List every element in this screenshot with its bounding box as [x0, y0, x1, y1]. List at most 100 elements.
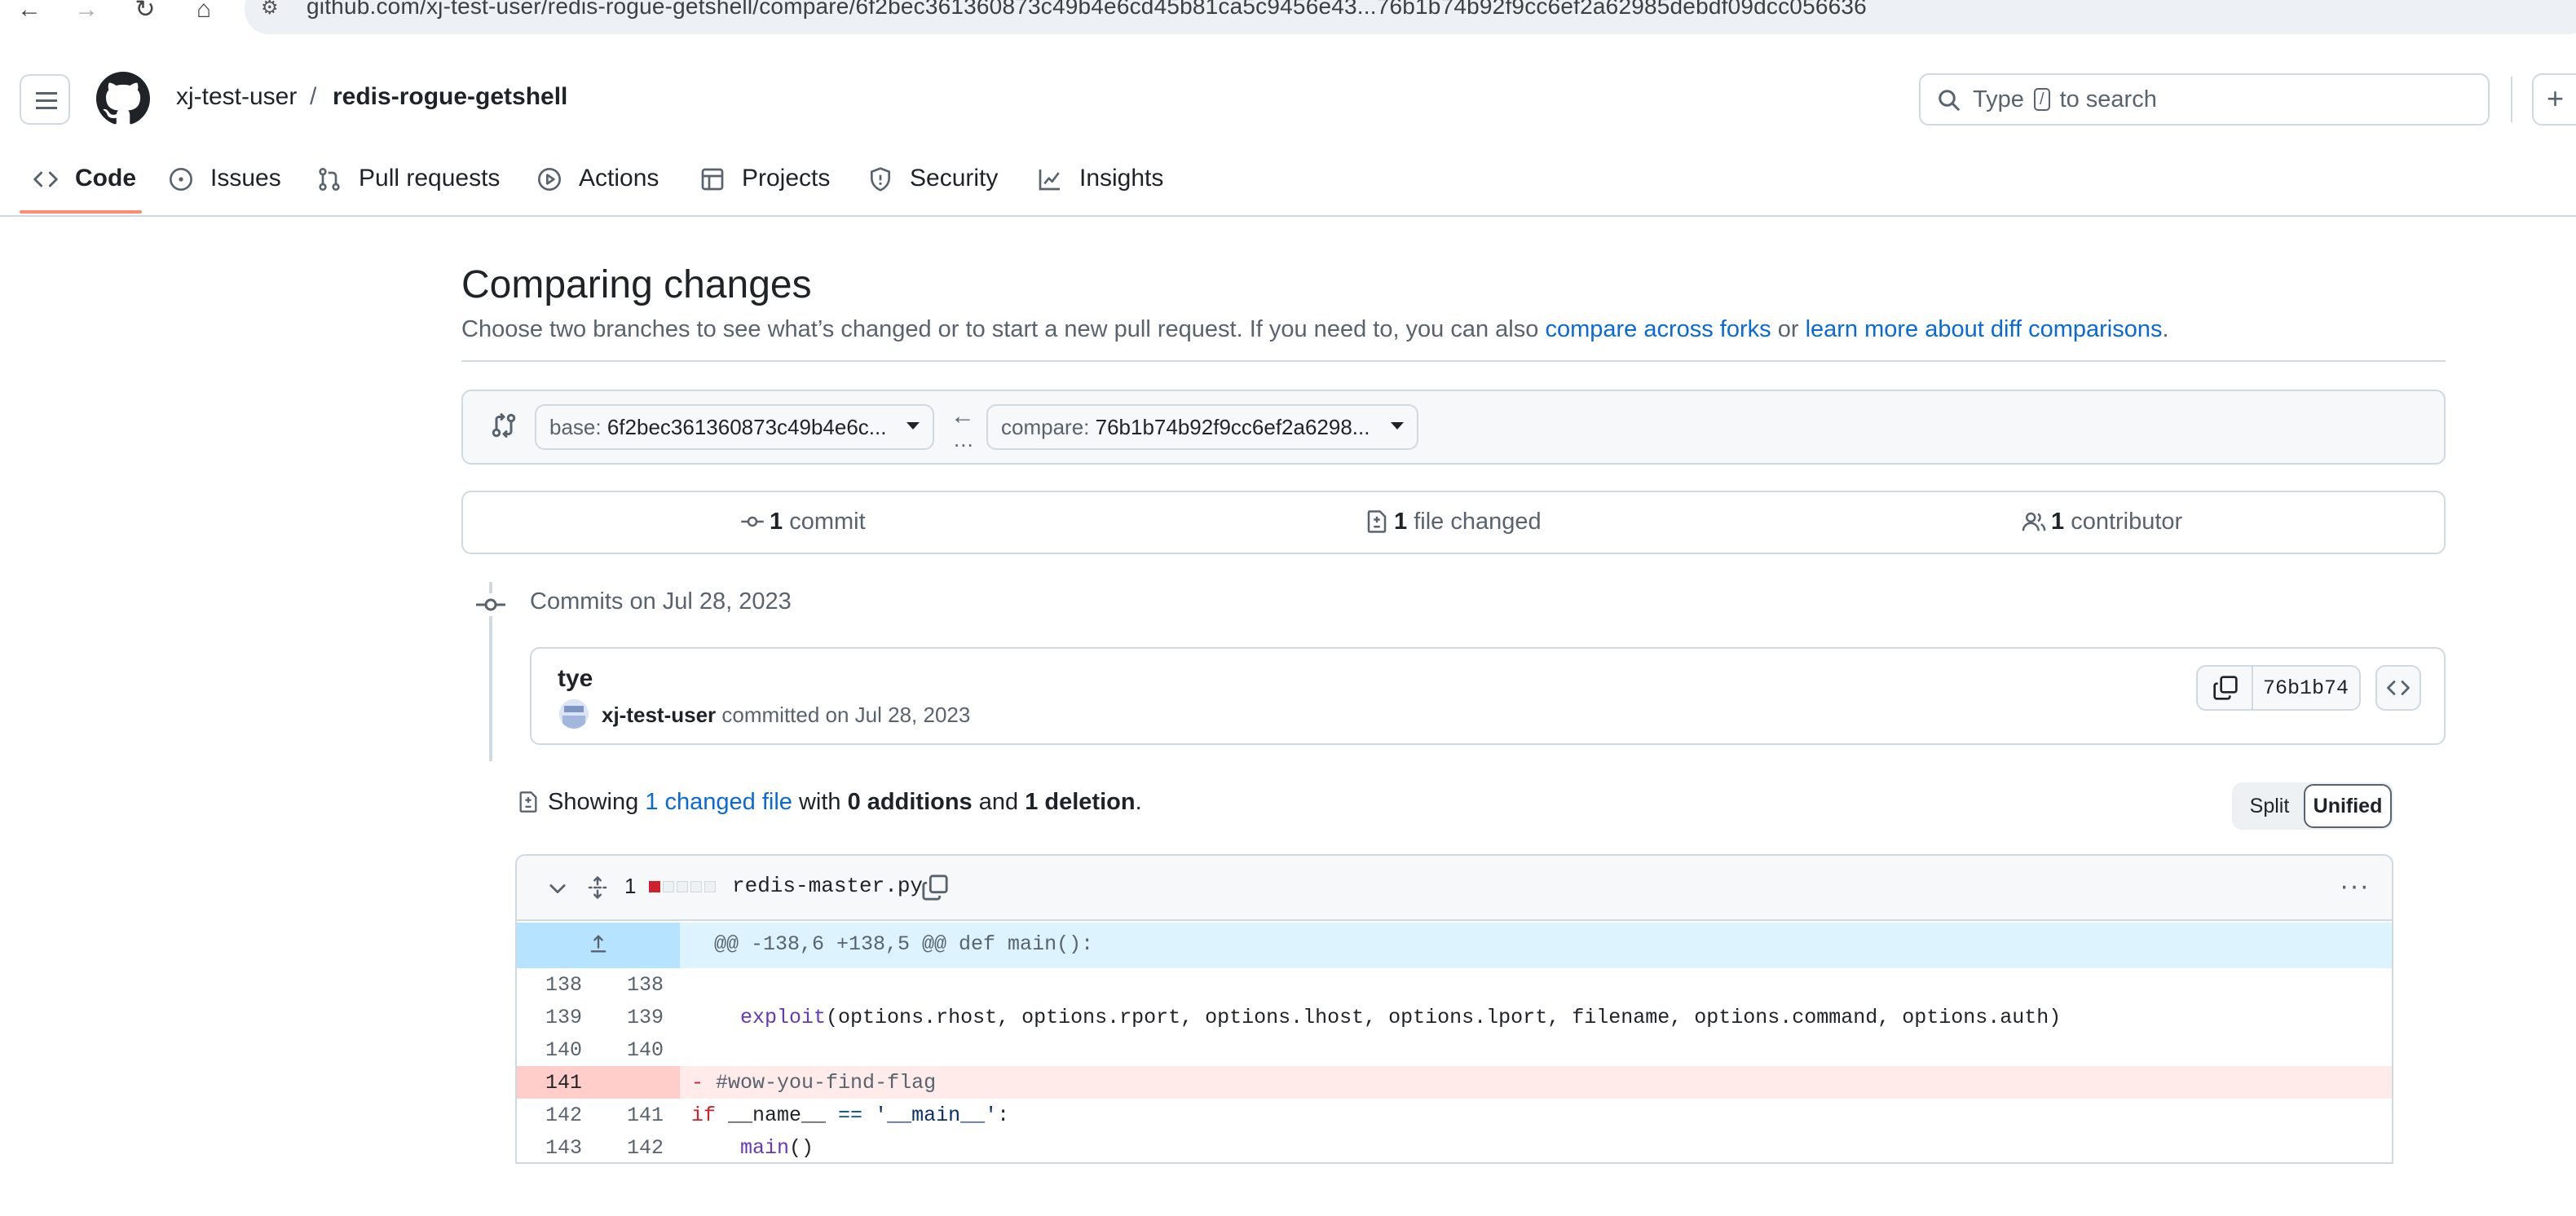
contributors-summary[interactable]: 1 contributor: [2022, 509, 2182, 535]
file-change-count: 1: [624, 874, 637, 898]
additions-count: 0 additions: [847, 789, 973, 815]
description-text: .: [2162, 316, 2169, 342]
avatar[interactable]: [559, 699, 589, 729]
commit-icon: [476, 593, 505, 616]
tab-label: Code: [75, 165, 136, 192]
arrow-left-icon: ←: [951, 403, 975, 430]
files-summary[interactable]: 1 file changed: [1365, 509, 1542, 535]
diff-line: 139 139 exploit(options.rhost, options.r…: [517, 1001, 2392, 1033]
git-compare-icon: [492, 413, 516, 438]
commit-author[interactable]: xj-test-user: [602, 703, 716, 727]
deletions-count: 1 deletion: [1025, 789, 1136, 815]
search-placeholder-prefix: Type: [1973, 86, 2024, 112]
site-settings-icon[interactable]: ⚙: [261, 0, 279, 18]
range-editor: base: 6f2bec361360873c49b4e6c... ← ... c…: [461, 390, 2446, 465]
split-view-button[interactable]: Split: [2239, 787, 2300, 825]
copy-icon[interactable]: [921, 874, 949, 901]
new-line-number[interactable]: 141: [598, 1104, 664, 1127]
diff-line: 143 142 main(): [517, 1131, 2392, 1162]
code-icon: [33, 171, 58, 187]
new-line-number[interactable]: 139: [598, 1006, 664, 1029]
new-line-number[interactable]: 142: [598, 1136, 664, 1160]
old-line-number[interactable]: 143: [517, 1136, 582, 1160]
hunk-header-row: @@ -138,6 +138,5 @@ def main():: [517, 923, 2392, 968]
base-label: base:: [549, 415, 602, 439]
page-title: Comparing changes: [461, 263, 812, 306]
file-name-link[interactable]: redis-master.py: [732, 874, 923, 898]
diff-comparisons-link[interactable]: learn more about diff comparisons: [1806, 316, 2163, 342]
file-header: 1 redis-master.py ···: [517, 856, 2392, 921]
home-icon[interactable]: ⌂: [187, 0, 220, 26]
forward-icon[interactable]: →: [70, 0, 103, 26]
diff-file: 1 redis-master.py ··· @@ -138,6 +138,5 @…: [515, 854, 2393, 1164]
commit-meta: xj-test-user committed on Jul 28, 2023: [602, 703, 970, 728]
breadcrumb-owner[interactable]: xj-test-user: [176, 83, 297, 111]
tab-label: Security: [910, 165, 999, 192]
old-line-number[interactable]: 142: [517, 1104, 582, 1127]
new-line-number[interactable]: 138: [598, 973, 664, 997]
old-line-number[interactable]: 139: [517, 1006, 582, 1029]
code-icon: [2387, 681, 2410, 695]
old-line-number[interactable]: 138: [517, 973, 582, 997]
commit-title[interactable]: tye: [558, 665, 593, 693]
browse-repo-button[interactable]: [2375, 665, 2421, 711]
graph-icon: [1039, 170, 1060, 191]
commit-sha-group: 76b1b74: [2196, 665, 2361, 711]
commit-item: tye xj-test-user committed on Jul 28, 20…: [530, 647, 2446, 745]
page-description: Choose two branches to see what’s change…: [461, 316, 2169, 343]
old-line-number[interactable]: 140: [517, 1038, 582, 1062]
search-icon: [1939, 90, 1960, 111]
commit-sha-link[interactable]: 76b1b74: [2263, 676, 2349, 700]
tab-label: Pull requests: [359, 165, 501, 192]
commit-date: committed on Jul 28, 2023: [721, 703, 971, 727]
tab-label: Issues: [210, 165, 281, 192]
copy-sha-button[interactable]: [2198, 667, 2253, 709]
diffstat-block-deleted: [649, 881, 660, 892]
diffstat-block-neutral: [677, 881, 688, 892]
tab-label: Insights: [1079, 165, 1164, 192]
files-count: 1: [1394, 509, 1408, 535]
create-new-button[interactable]: +: [2532, 73, 2576, 126]
github-logo-icon[interactable]: [96, 72, 150, 126]
code-line: exploit(options.rhost, options.rport, op…: [740, 1006, 2062, 1029]
unfold-icon[interactable]: [585, 875, 610, 900]
play-icon: [538, 168, 561, 191]
diff-view-toggle: Split Unified: [2232, 782, 2393, 830]
table-icon: [701, 168, 724, 191]
code-line: if __name__ == '__main__':: [691, 1104, 1010, 1127]
back-icon[interactable]: ←: [13, 0, 46, 26]
tab-label: Actions: [579, 165, 659, 192]
showing-prefix: Showing: [548, 789, 639, 815]
hamburger-menu-button[interactable]: [20, 74, 70, 125]
unified-view-button[interactable]: Unified: [2304, 784, 2392, 828]
range-dots: ...: [954, 427, 974, 452]
copy-icon: [2213, 676, 2238, 700]
commits-count: 1: [770, 509, 783, 535]
reload-icon[interactable]: ↻: [129, 0, 161, 26]
url-text[interactable]: github.com/xj-test-user/redis-rogue-gets…: [307, 0, 1867, 20]
fold-up-icon: [590, 935, 607, 953]
chevron-down-icon[interactable]: [546, 877, 569, 900]
caret-down-icon: [1391, 422, 1404, 430]
caret-down-icon: [906, 422, 920, 430]
showing-with: with: [798, 789, 841, 815]
diff-line: 138 138: [517, 968, 2392, 1001]
diffstat-block-neutral: [690, 881, 702, 892]
changed-files-link[interactable]: 1 changed file: [645, 789, 792, 815]
expand-up-button[interactable]: [517, 923, 680, 968]
breadcrumb-repo[interactable]: redis-rogue-getshell: [333, 83, 567, 111]
showing-period: .: [1135, 789, 1142, 815]
base-branch-select[interactable]: base: 6f2bec361360873c49b4e6c...: [535, 404, 934, 450]
old-line-number[interactable]: 141: [517, 1071, 582, 1095]
avatar-image: [559, 699, 589, 729]
compare-branch-select[interactable]: compare: 76b1b74b92f9cc6ef2a6298...: [986, 404, 1418, 450]
issue-icon: [170, 168, 192, 191]
people-icon: [2022, 512, 2046, 531]
commits-summary[interactable]: 1 commit: [740, 509, 866, 535]
contributors-label: contributor: [2071, 509, 2183, 535]
new-line-number[interactable]: 140: [598, 1038, 664, 1062]
compare-across-forks-link[interactable]: compare across forks: [1545, 316, 1771, 342]
kebab-menu-icon[interactable]: ···: [2340, 872, 2370, 900]
contributors-count: 1: [2051, 509, 2065, 535]
search-input[interactable]: Type / to search: [1919, 73, 2490, 126]
